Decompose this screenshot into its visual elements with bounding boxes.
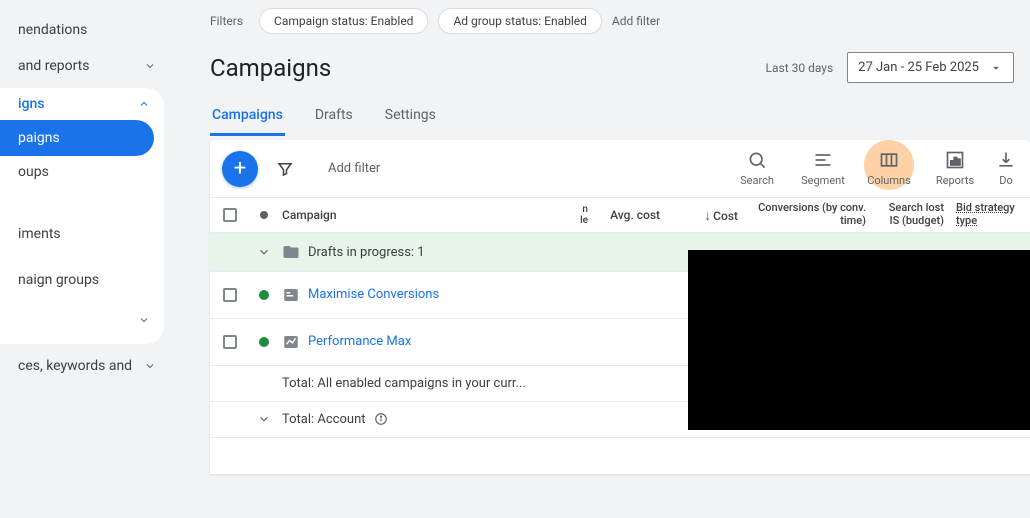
status-enabled-icon bbox=[259, 337, 269, 347]
add-filter-link[interactable]: Add filter bbox=[612, 14, 660, 28]
reports-icon bbox=[945, 150, 965, 170]
caret-down-icon bbox=[989, 61, 1003, 75]
tab-campaigns[interactable]: Campaigns bbox=[210, 107, 285, 136]
sidebar-label: iments bbox=[18, 226, 61, 242]
folder-icon bbox=[282, 243, 300, 261]
chevron-up-icon bbox=[138, 98, 150, 110]
status-header-icon[interactable] bbox=[260, 211, 268, 219]
sidebar-collapse[interactable] bbox=[0, 306, 164, 334]
table-toolbar: + Add filter Search Segment bbox=[210, 140, 1030, 198]
page-header: Campaigns Last 30 days 27 Jan - 25 Feb 2… bbox=[210, 52, 1030, 83]
main-content: Filters Campaign status: Enabled Ad grou… bbox=[170, 0, 1030, 518]
sidebar-label: naign groups bbox=[18, 272, 99, 288]
sidebar-item-campaigns-header[interactable]: igns bbox=[0, 88, 164, 120]
sidebar-label: ces, keywords and bbox=[18, 358, 132, 374]
date-range-text: 27 Jan - 25 Feb 2025 bbox=[858, 60, 979, 75]
sidebar-item-campaign-groups[interactable]: naign groups bbox=[0, 264, 164, 296]
sidebar-label: and reports bbox=[18, 58, 90, 74]
select-all-checkbox[interactable] bbox=[223, 208, 237, 222]
new-campaign-button[interactable]: + bbox=[222, 151, 258, 187]
tool-label: Columns bbox=[867, 174, 911, 187]
sidebar-label: igns bbox=[18, 96, 45, 112]
sidebar-item-insights[interactable]: and reports bbox=[0, 48, 170, 84]
search-button[interactable]: Search bbox=[730, 150, 784, 187]
chevron-down-icon bbox=[144, 360, 156, 372]
row-checkbox[interactable] bbox=[223, 288, 237, 302]
col-partial[interactable]: n le bbox=[564, 204, 594, 226]
columns-icon bbox=[879, 150, 899, 170]
campaign-type-pmax-icon bbox=[282, 333, 300, 351]
sidebar-label: nendations bbox=[18, 22, 87, 38]
row-checkbox[interactable] bbox=[223, 335, 237, 349]
expand-drafts-toggle[interactable] bbox=[254, 242, 274, 262]
segment-button[interactable]: Segment bbox=[796, 150, 850, 187]
tab-settings[interactable]: Settings bbox=[383, 107, 438, 136]
search-icon bbox=[747, 150, 767, 170]
sidebar-item-campaigns-active[interactable]: paigns bbox=[0, 120, 154, 156]
info-icon[interactable] bbox=[374, 412, 388, 426]
col-conversions[interactable]: Conversions (by conv. time) bbox=[742, 198, 872, 231]
filter-chip-campaign-status[interactable]: Campaign status: Enabled bbox=[259, 8, 428, 34]
toolbar-add-filter[interactable]: Add filter bbox=[328, 161, 380, 176]
reports-button[interactable]: Reports bbox=[928, 150, 982, 187]
total-account-label: Total: Account bbox=[282, 412, 366, 427]
sidebar-item-recommendations[interactable]: nendations bbox=[0, 12, 170, 48]
date-range-picker[interactable]: 27 Jan - 25 Feb 2025 bbox=[847, 52, 1014, 83]
tool-label: Search bbox=[740, 174, 774, 187]
col-avg-cost[interactable]: Avg. cost bbox=[594, 208, 664, 222]
sidebar-item-experiments[interactable]: iments bbox=[0, 218, 164, 250]
download-button[interactable]: Do bbox=[994, 150, 1018, 187]
sidebar-item-ad-groups[interactable]: oups bbox=[0, 156, 164, 188]
status-enabled-icon bbox=[259, 290, 269, 300]
sort-down-icon: ↓ bbox=[704, 208, 711, 224]
sidebar-label: paigns bbox=[18, 130, 60, 146]
sidebar-group-campaigns: igns paigns oups iments naign groups bbox=[0, 88, 164, 344]
sidebar-label: oups bbox=[18, 164, 49, 180]
tool-label: Segment bbox=[801, 174, 845, 187]
segment-icon bbox=[813, 150, 833, 170]
tab-drafts[interactable]: Drafts bbox=[313, 107, 355, 136]
tab-bar: Campaigns Drafts Settings bbox=[210, 107, 1030, 136]
tool-label: Do bbox=[999, 174, 1013, 187]
total-label: Total: All enabled campaigns in your cur… bbox=[282, 376, 526, 391]
campaign-name-link[interactable]: Performance Max bbox=[308, 334, 411, 349]
col-cost[interactable]: ↓Cost bbox=[664, 207, 742, 224]
drafts-label: Drafts in progress: 1 bbox=[308, 245, 425, 260]
col-bid-strategy[interactable]: Bid strategy type bbox=[950, 198, 1030, 231]
sidebar-item-keywords[interactable]: ces, keywords and bbox=[0, 348, 170, 384]
chevron-down-icon bbox=[144, 60, 156, 72]
expand-account-toggle[interactable] bbox=[254, 409, 274, 429]
page-title: Campaigns bbox=[210, 54, 331, 82]
filter-chip-adgroup-status[interactable]: Ad group status: Enabled bbox=[438, 8, 601, 34]
chevron-down-icon bbox=[138, 314, 150, 326]
col-search-lost-is[interactable]: Search lost IS (budget) bbox=[872, 198, 950, 231]
redacted-region bbox=[688, 250, 1030, 430]
tool-label: Reports bbox=[936, 174, 974, 187]
download-icon bbox=[996, 150, 1016, 170]
campaign-name-link[interactable]: Maximise Conversions bbox=[308, 287, 439, 302]
filter-icon[interactable] bbox=[276, 160, 294, 178]
campaign-type-search-icon bbox=[282, 286, 300, 304]
filter-bar: Filters Campaign status: Enabled Ad grou… bbox=[210, 0, 1030, 52]
date-range-label: Last 30 days bbox=[766, 61, 834, 75]
table-header-row: Campaign n le Avg. cost ↓Cost Conversion… bbox=[210, 198, 1030, 233]
columns-button[interactable]: Columns bbox=[862, 150, 916, 187]
filter-bar-label: Filters bbox=[210, 14, 243, 28]
col-campaign[interactable]: Campaign bbox=[278, 198, 564, 232]
sidebar: nendations and reports igns paigns oups … bbox=[0, 0, 170, 518]
